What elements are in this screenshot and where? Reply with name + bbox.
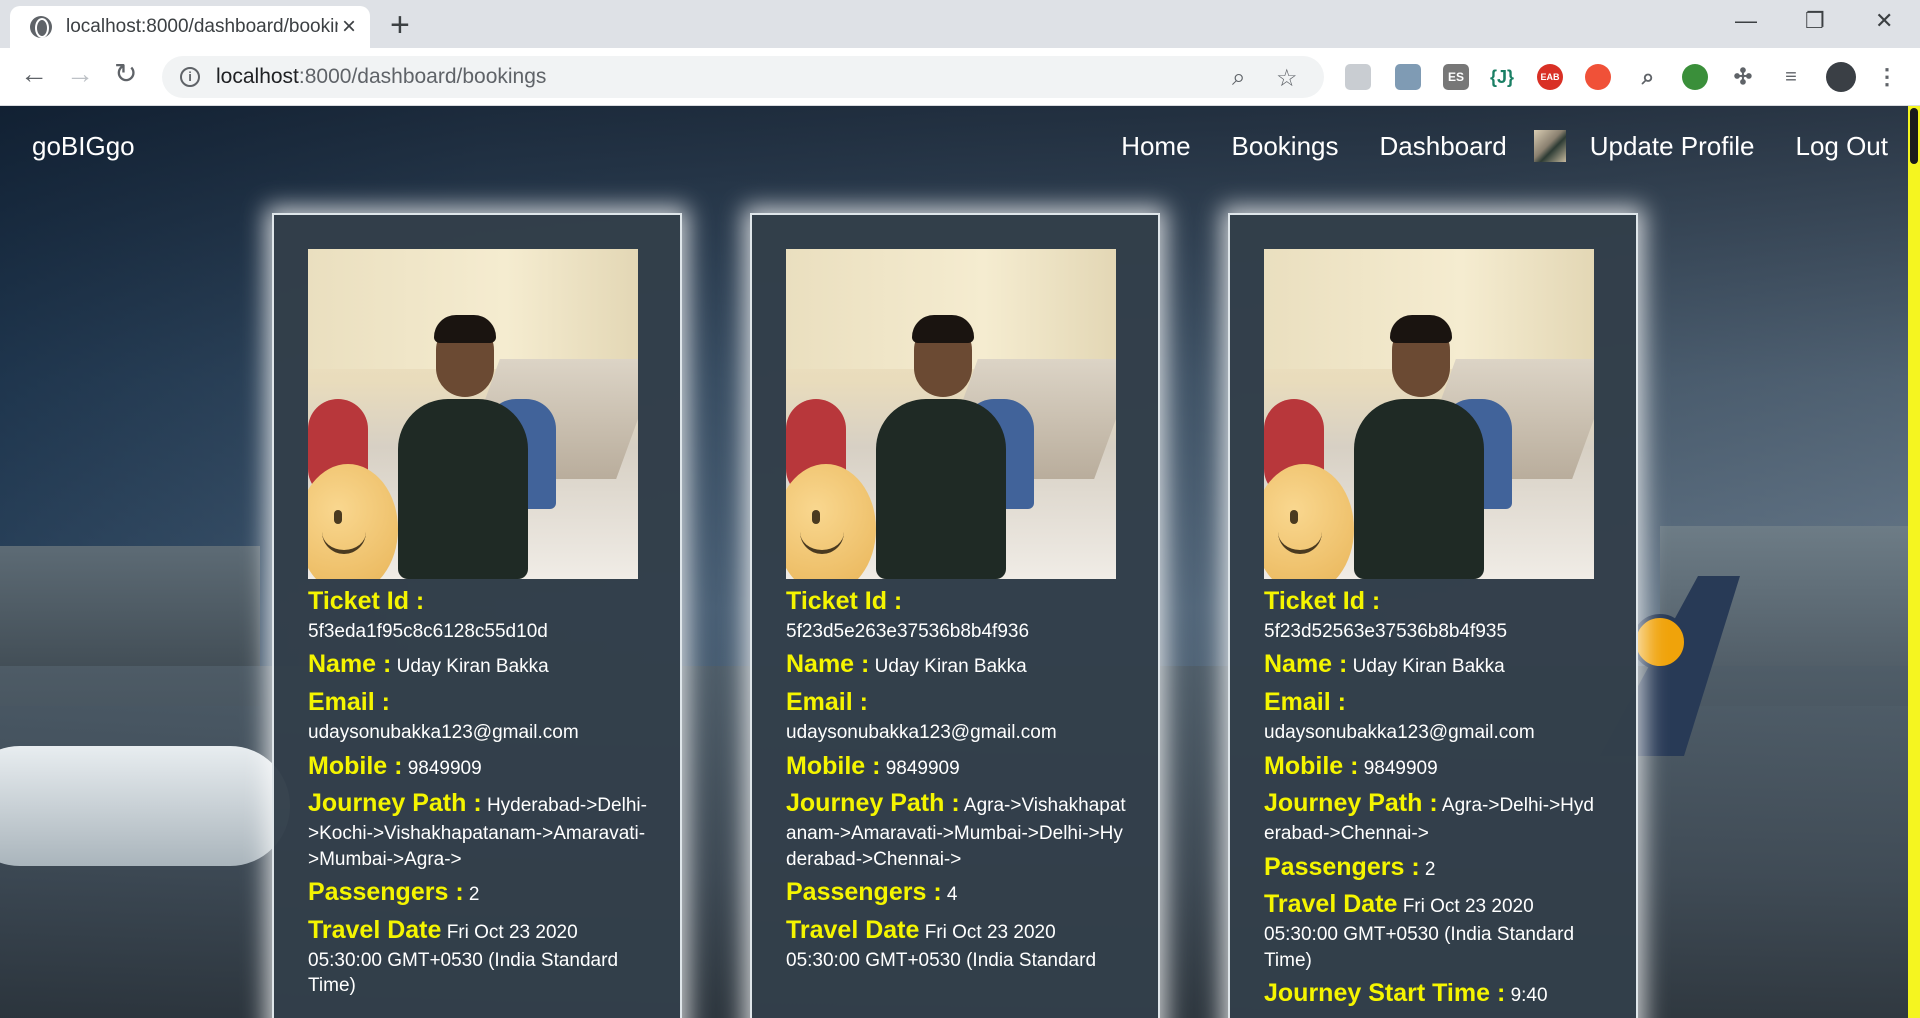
smiley-sticker-icon [786, 464, 876, 579]
passengers-value: 2 [1424, 858, 1436, 880]
name-label: Name : [786, 650, 870, 679]
restore-icon[interactable]: ❐ [1805, 8, 1825, 34]
ticket-id-label: Ticket Id : [1264, 587, 1381, 615]
booking-details: Ticket Id : 5f3eda1f95c8c6128c55d10d Name… [308, 585, 648, 1003]
passengers-value: 2 [468, 884, 480, 906]
address-bar[interactable]: i localhost:8000/dashboard/bookings ⌕ ☆ [162, 56, 1324, 98]
journey-path-label: Journey Path : [308, 789, 482, 818]
ticket-id-label: Ticket Id : [308, 587, 425, 615]
mobile-label: Mobile : [786, 751, 881, 780]
colorful-extension-icon[interactable] [1682, 64, 1708, 90]
ticket-id-label: Ticket Id : [786, 587, 903, 615]
mobile-value: 9849909 [885, 757, 960, 779]
more-menu-icon[interactable]: ⋮ [1874, 64, 1900, 90]
email-label: Email : [308, 688, 390, 717]
eab-extension-icon[interactable]: EAB [1537, 64, 1563, 90]
journey-path-label: Journey Path : [786, 789, 960, 818]
close-tab-icon[interactable]: × [342, 15, 356, 39]
mobile-value: 9849909 [407, 757, 482, 779]
nav-update-profile[interactable]: Update Profile [1590, 131, 1755, 162]
booking-card: Ticket Id : 5f23d5e263e37536b8b4f936 Name… [750, 213, 1160, 1018]
email-value: udaysonubakka123@gmail.com [308, 721, 579, 743]
nav-dashboard[interactable]: Dashboard [1380, 131, 1507, 162]
email-label: Email : [1264, 688, 1346, 717]
booking-details: Ticket Id : 5f23d52563e37536b8b4f935 Name… [1264, 585, 1604, 1015]
download-extension-icon[interactable] [1395, 64, 1421, 90]
zoom-icon[interactable]: ⌕ [1232, 64, 1245, 92]
smiley-sticker-icon [1264, 464, 1354, 579]
journey-start-label: Journey Start Time : [1264, 979, 1506, 1008]
lufthansa-logo-icon [1632, 614, 1688, 670]
globe-icon [30, 16, 52, 38]
reload-icon[interactable]: ↻ [114, 60, 137, 88]
new-tab-icon[interactable]: + [390, 8, 410, 42]
travel-date-label: Travel Date [1264, 890, 1398, 919]
name-value: Uday Kiran Bakka [1352, 656, 1505, 678]
passengers-label: Passengers : [1264, 852, 1420, 881]
forward-icon[interactable]: → [66, 60, 94, 88]
tab-title: localhost:8000/dashboard/bookings [66, 16, 338, 37]
name-label: Name : [1264, 650, 1348, 679]
booking-card: Ticket Id : 5f23d52563e37536b8b4f935 Name… [1228, 213, 1638, 1018]
smiley-sticker-icon [308, 464, 398, 579]
nav-home[interactable]: Home [1121, 131, 1190, 162]
profile-photo [786, 249, 1116, 579]
es-extension-icon[interactable]: ES [1443, 64, 1469, 90]
inspect-extension-icon[interactable]: ⌕ [1635, 64, 1661, 90]
puzzle-extensions-icon[interactable]: ✣ [1730, 64, 1756, 90]
passengers-value: 4 [946, 884, 958, 906]
booking-card: Ticket Id : 5f3eda1f95c8c6128c55d10d Name… [272, 213, 682, 1018]
passengers-label: Passengers : [308, 878, 464, 907]
journey-start-value: 9:40 [1510, 985, 1548, 1007]
profile-avatar-icon[interactable] [1826, 62, 1856, 92]
mobile-value: 9849909 [1363, 757, 1438, 779]
browser-tab[interactable]: localhost:8000/dashboard/bookings × [10, 6, 370, 48]
journey-path-label: Journey Path : [1264, 789, 1438, 818]
nav-links: Home Bookings Dashboard Update Profile L… [1080, 130, 1888, 162]
browser-toolbar: ← → ↻ i localhost:8000/dashboard/booking… [0, 48, 1920, 106]
mobile-label: Mobile : [308, 751, 403, 780]
browser-tabstrip: localhost:8000/dashboard/bookings × + — … [0, 0, 1920, 48]
mobile-label: Mobile : [1264, 751, 1359, 780]
media-controls-icon[interactable]: ≡ [1778, 64, 1804, 90]
json-extension-icon[interactable]: {J} [1489, 64, 1515, 90]
page-scrollbar[interactable] [1908, 106, 1920, 1018]
profile-photo [1264, 249, 1594, 579]
email-value: udaysonubakka123@gmail.com [1264, 721, 1535, 743]
pocket-extension-icon[interactable] [1345, 64, 1371, 90]
name-value: Uday Kiran Bakka [396, 656, 549, 678]
booking-details: Ticket Id : 5f23d5e263e37536b8b4f936 Name… [786, 585, 1126, 977]
url-text: localhost:8000/dashboard/bookings [216, 65, 547, 88]
ticket-id-value: 5f23d5e263e37536b8b4f936 [786, 620, 1030, 642]
back-icon[interactable]: ← [20, 60, 48, 88]
site-info-icon[interactable]: i [180, 67, 200, 87]
background-airplane [0, 746, 290, 866]
email-label: Email : [786, 688, 868, 717]
minimize-icon[interactable]: — [1735, 8, 1757, 34]
name-value: Uday Kiran Bakka [874, 656, 1027, 678]
travel-date-label: Travel Date [786, 916, 920, 945]
nav-bookings[interactable]: Bookings [1232, 131, 1339, 162]
travel-date-label: Travel Date [308, 916, 442, 945]
close-window-icon[interactable]: ✕ [1875, 8, 1893, 34]
nav-logout[interactable]: Log Out [1795, 131, 1888, 162]
top-navbar: goBIGgo Home Bookings Dashboard Update P… [0, 106, 1920, 186]
page-background: goBIGgo Home Bookings Dashboard Update P… [0, 106, 1920, 1018]
passengers-label: Passengers : [786, 878, 942, 907]
user-avatar[interactable] [1533, 130, 1566, 162]
bookmark-star-icon[interactable]: ☆ [1276, 64, 1298, 93]
name-label: Name : [308, 650, 392, 679]
profile-photo [308, 249, 638, 579]
scrollbar-thumb[interactable] [1910, 108, 1918, 164]
swift-extension-icon[interactable] [1585, 64, 1611, 90]
email-value: udaysonubakka123@gmail.com [786, 721, 1057, 743]
ticket-id-value: 5f23d52563e37536b8b4f935 [1264, 620, 1508, 642]
brand-logo[interactable]: goBIGgo [32, 131, 135, 162]
ticket-id-value: 5f3eda1f95c8c6128c55d10d [308, 620, 548, 642]
